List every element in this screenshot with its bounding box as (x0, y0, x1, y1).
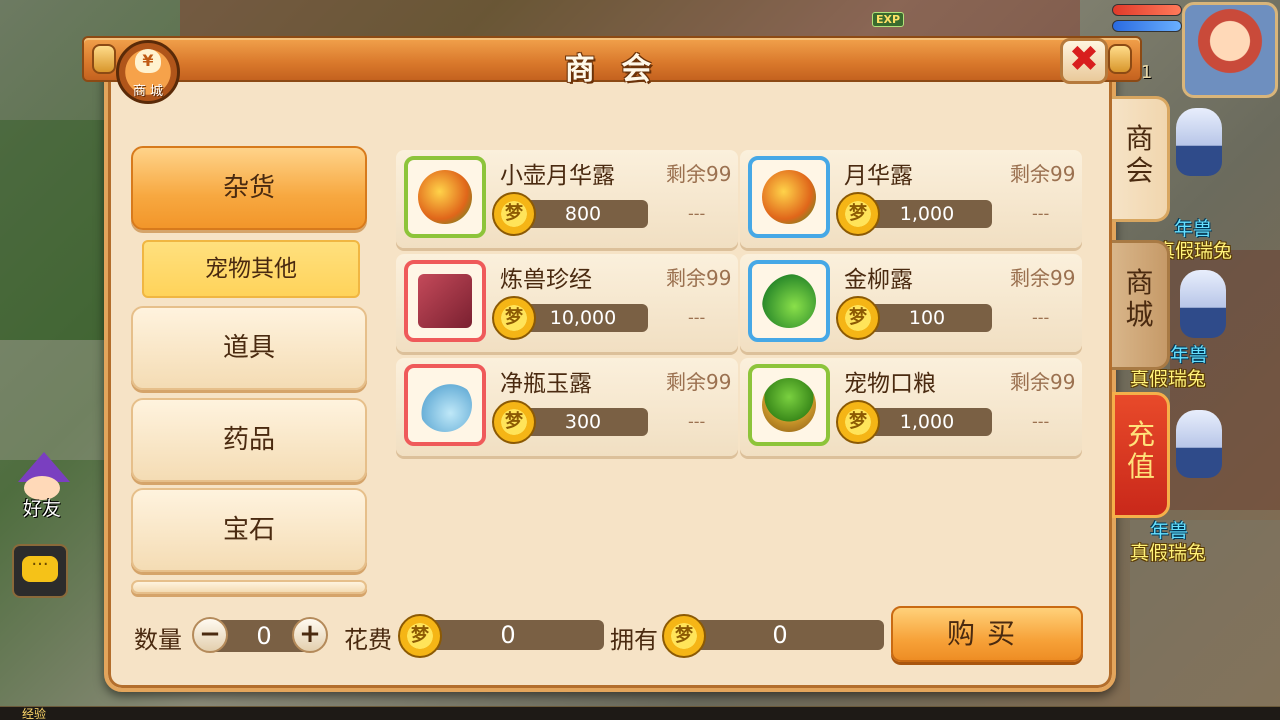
tab-recharge[interactable]: 充值 (1112, 392, 1170, 518)
item-extra: --- (688, 308, 706, 327)
npc-name[interactable]: 真假瑞兔 (1130, 538, 1206, 565)
item-icon-frame (748, 260, 830, 342)
cost-label: 花费 (344, 626, 392, 654)
window-title: 商 会 (564, 52, 660, 87)
scenery-stone (0, 340, 110, 460)
item-extra: --- (1032, 204, 1050, 223)
subcategory-pet-other[interactable]: 宠物其他 (142, 240, 360, 298)
item-stock: 剩余99 (1010, 162, 1076, 186)
dream-coin-icon: 梦 (398, 614, 442, 658)
item-extra: --- (688, 412, 706, 431)
money-bag-icon: ¥ (135, 49, 161, 73)
item-stock: 剩余99 (1010, 266, 1076, 290)
dream-coin-icon: 梦 (836, 192, 880, 236)
rabbit-npc[interactable] (1180, 270, 1226, 338)
item-name: 小壶月华露 (500, 163, 615, 189)
item-name: 月华露 (844, 163, 913, 189)
item-icon-frame (404, 156, 486, 238)
exp-label: 经验 (22, 707, 47, 720)
shop-item[interactable]: 小壶月华露 剩余99 800 梦 --- (396, 150, 738, 248)
category-props[interactable]: 道具 (131, 306, 367, 390)
item-icon-frame (404, 260, 486, 342)
mall-badge-button[interactable]: ¥ 商 城 (116, 40, 180, 104)
item-name: 宠物口粮 (844, 371, 936, 397)
dream-coin-icon: 梦 (836, 296, 880, 340)
vase-icon (418, 378, 472, 432)
item-icon-frame (748, 364, 830, 446)
scenery-roof (180, 0, 1080, 40)
shop-item[interactable]: 金柳露 剩余99 100 梦 --- (740, 254, 1082, 352)
exp-badge: EXP (872, 12, 905, 27)
shop-item[interactable]: 月华露 剩余99 1,000 梦 --- (740, 150, 1082, 248)
mall-badge-label: 商 城 (132, 84, 164, 99)
dream-coin-icon: 梦 (662, 614, 706, 658)
item-extra: --- (1032, 412, 1050, 431)
item-extra: --- (688, 204, 706, 223)
pet-food-icon (762, 378, 816, 432)
chat-button[interactable]: ··· (12, 544, 68, 598)
item-extra: --- (1032, 308, 1050, 327)
willow-dew-icon (762, 274, 816, 328)
owned-value: 0 (676, 620, 884, 650)
scenery-grass (0, 120, 110, 340)
item-stock: 剩余99 (1010, 370, 1076, 394)
item-stock: 剩余99 (666, 370, 732, 394)
category-groceries[interactable]: 杂货 (131, 146, 367, 230)
friends-label: 好友 (22, 498, 61, 520)
quantity-label: 数量 (134, 626, 182, 654)
rabbit-npc[interactable] (1176, 410, 1222, 478)
dream-coin-icon: 梦 (492, 400, 536, 444)
buy-button[interactable]: 购买 (891, 606, 1083, 662)
item-icon-frame (748, 156, 830, 238)
rabbit-npc[interactable] (1176, 108, 1222, 176)
category-medicine[interactable]: 药品 (131, 398, 367, 482)
item-stock: 剩余99 (666, 162, 732, 186)
player-portrait-avatar[interactable] (1182, 2, 1278, 98)
shop-item[interactable]: 宠物口粮 剩余99 1,000 梦 --- (740, 358, 1082, 456)
item-name: 金柳露 (844, 267, 913, 293)
shop-item[interactable]: 炼兽珍经 剩余99 10,000 梦 --- (396, 254, 738, 352)
tab-chamber-of-commerce[interactable]: 商会 (1112, 96, 1170, 222)
dream-coin-icon: 梦 (492, 296, 536, 340)
minus-button[interactable]: − (192, 617, 228, 653)
item-stock: 剩余99 (666, 266, 732, 290)
shop-item[interactable]: 净瓶玉露 剩余99 300 梦 --- (396, 358, 738, 456)
window-titlebar: 商 会 (82, 36, 1142, 87)
book-icon (418, 274, 472, 328)
friends-button[interactable]: 好友 (10, 452, 74, 520)
npc-title: 年兽 (1170, 344, 1209, 366)
tab-mall[interactable]: 商城 (1112, 240, 1170, 370)
gourd-icon (418, 170, 472, 224)
mp-bar (1112, 20, 1182, 32)
close-button[interactable]: ✖ (1060, 38, 1108, 84)
experience-bar: 经验 (0, 706, 1280, 720)
item-icon-frame (404, 364, 486, 446)
plus-button[interactable]: + (292, 617, 328, 653)
dream-coin-icon: 梦 (492, 192, 536, 236)
item-name: 炼兽珍经 (500, 267, 592, 293)
dream-coin-icon: 梦 (836, 400, 880, 444)
category-more[interactable] (131, 580, 367, 594)
chat-bubble-icon: ··· (22, 556, 58, 582)
category-gems[interactable]: 宝石 (131, 488, 367, 572)
item-name: 净瓶玉露 (500, 371, 592, 397)
gourd-icon (762, 170, 816, 224)
hp-bar (1112, 4, 1182, 16)
owned-label: 拥有 (610, 626, 658, 654)
